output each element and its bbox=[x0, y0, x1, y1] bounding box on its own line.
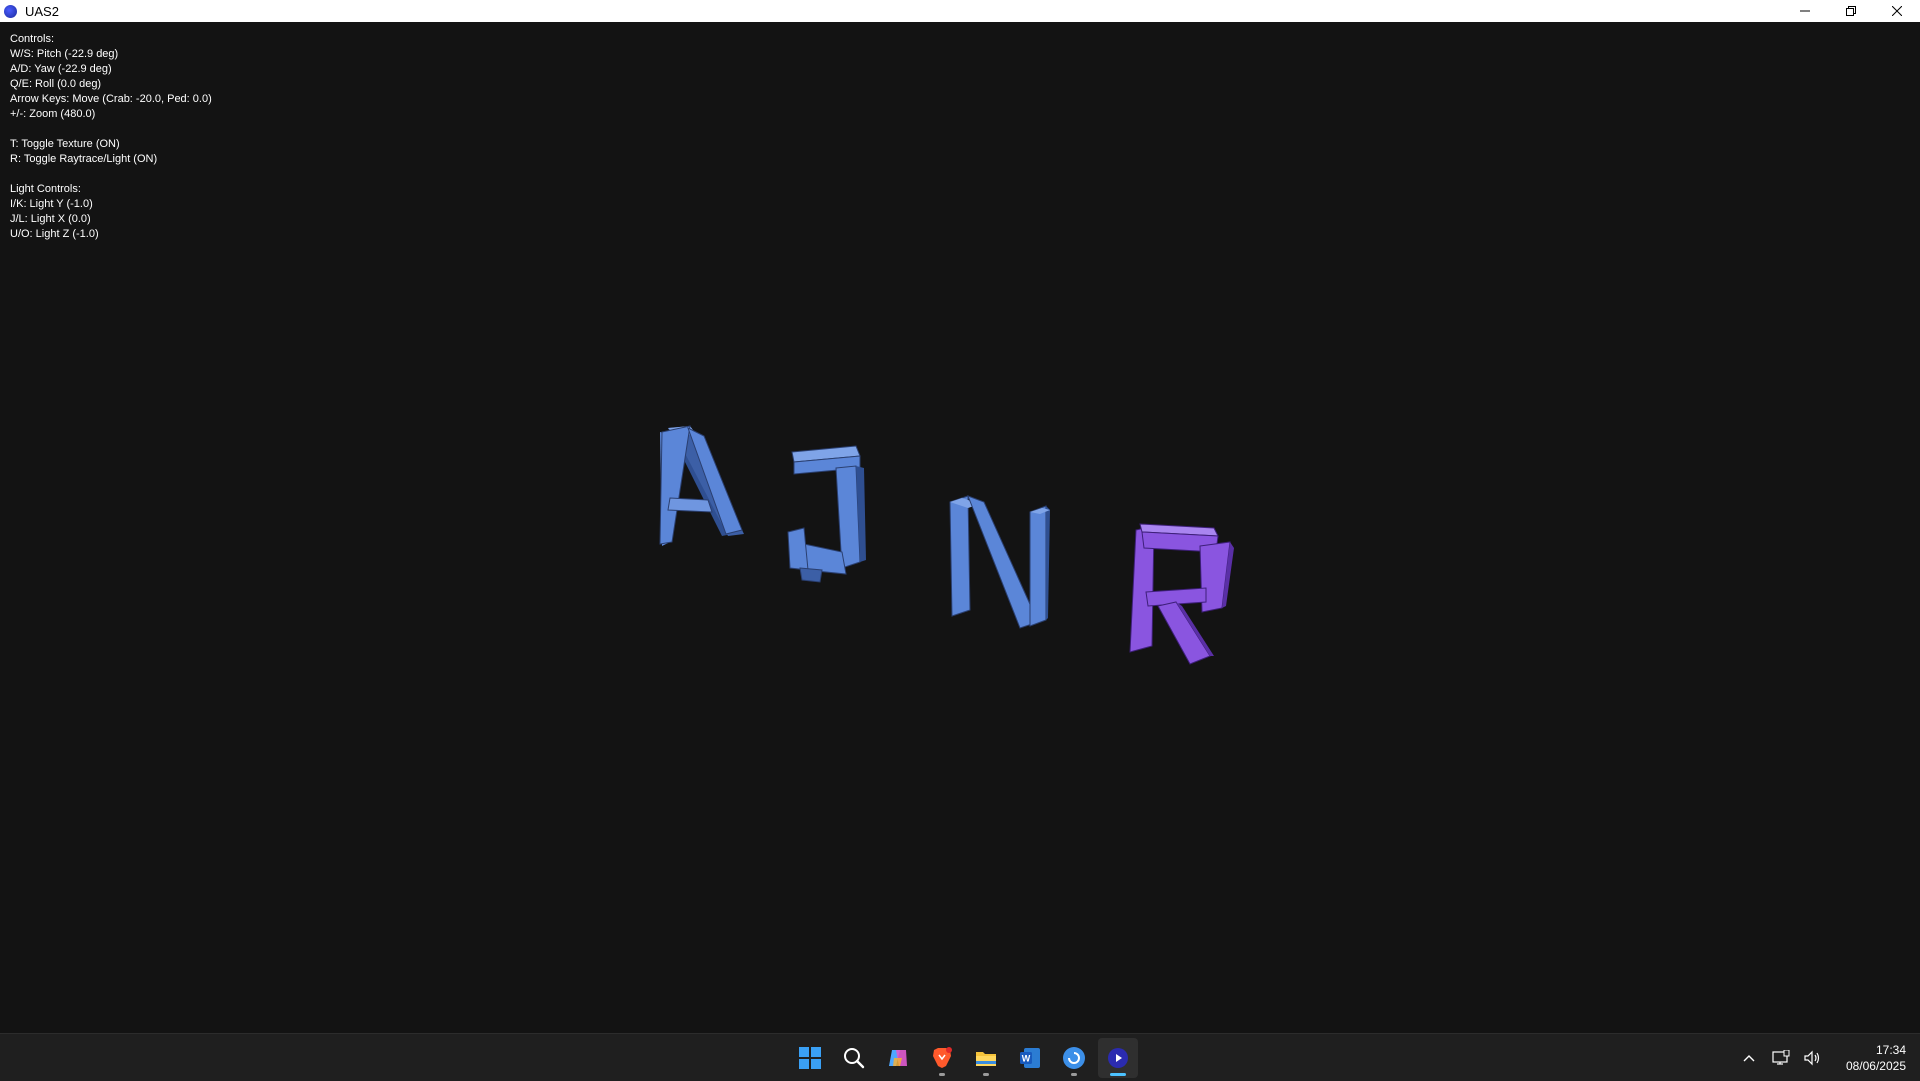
restore-icon bbox=[1846, 6, 1856, 16]
close-icon bbox=[1892, 6, 1902, 16]
volume-button[interactable] bbox=[1802, 1047, 1824, 1069]
restore-button[interactable] bbox=[1828, 0, 1874, 22]
clock-time: 17:34 bbox=[1875, 1042, 1906, 1057]
system-tray: 17:34 08/06/2025 bbox=[1738, 1034, 1906, 1081]
brave-browser-icon bbox=[933, 1047, 952, 1068]
file-explorer-button[interactable] bbox=[966, 1038, 1006, 1078]
running-indicator bbox=[939, 1073, 945, 1076]
start-button[interactable] bbox=[790, 1038, 830, 1078]
taskbar: W 17:34 08/06/2025 bbox=[0, 1033, 1920, 1081]
search-button[interactable] bbox=[834, 1038, 874, 1078]
volume-icon bbox=[1804, 1050, 1820, 1065]
network-icon bbox=[1772, 1049, 1790, 1065]
show-hidden-icons-button[interactable] bbox=[1738, 1047, 1760, 1069]
folder-icon bbox=[976, 1052, 996, 1066]
active-indicator bbox=[1110, 1073, 1126, 1076]
brave-button[interactable] bbox=[922, 1038, 962, 1078]
windows-logo-icon bbox=[799, 1047, 821, 1069]
network-button[interactable] bbox=[1770, 1047, 1792, 1069]
copilot-button[interactable] bbox=[878, 1038, 918, 1078]
minimize-button[interactable] bbox=[1782, 0, 1828, 22]
word-button[interactable]: W bbox=[1010, 1038, 1050, 1078]
render-viewport[interactable]: Controls: W/S: Pitch (-22.9 deg) A/D: Ya… bbox=[0, 22, 1920, 1033]
letter-j-model bbox=[787, 445, 866, 583]
app-circle-icon bbox=[4, 4, 17, 18]
letter-n-model bbox=[949, 495, 1050, 629]
search-icon bbox=[844, 1048, 865, 1069]
window-controls bbox=[1782, 0, 1920, 22]
clock-date: 08/06/2025 bbox=[1845, 1058, 1906, 1073]
word-icon: W bbox=[1020, 1048, 1040, 1068]
svg-text:W: W bbox=[1022, 1054, 1031, 1064]
blue-circle-app-icon bbox=[1063, 1047, 1085, 1069]
uas2-app-icon bbox=[1108, 1048, 1128, 1068]
running-indicator bbox=[983, 1073, 989, 1076]
taskbar-apps: W bbox=[790, 1038, 1138, 1078]
clock[interactable]: 17:34 08/06/2025 bbox=[1846, 1042, 1906, 1074]
letters-scene bbox=[659, 425, 1234, 665]
running-indicator bbox=[1071, 1073, 1077, 1076]
minimize-icon bbox=[1800, 10, 1810, 12]
letter-a-model bbox=[659, 425, 744, 546]
window-titlebar: UAS2 bbox=[0, 0, 1920, 22]
window-title: UAS2 bbox=[25, 3, 59, 19]
letter-r-model bbox=[1129, 523, 1234, 665]
chevron-up-icon bbox=[1743, 1054, 1755, 1061]
close-button[interactable] bbox=[1874, 0, 1920, 22]
copilot-icon bbox=[889, 1050, 907, 1066]
blue-app-button[interactable] bbox=[1054, 1038, 1094, 1078]
uas2-taskbar-button[interactable] bbox=[1098, 1038, 1138, 1078]
